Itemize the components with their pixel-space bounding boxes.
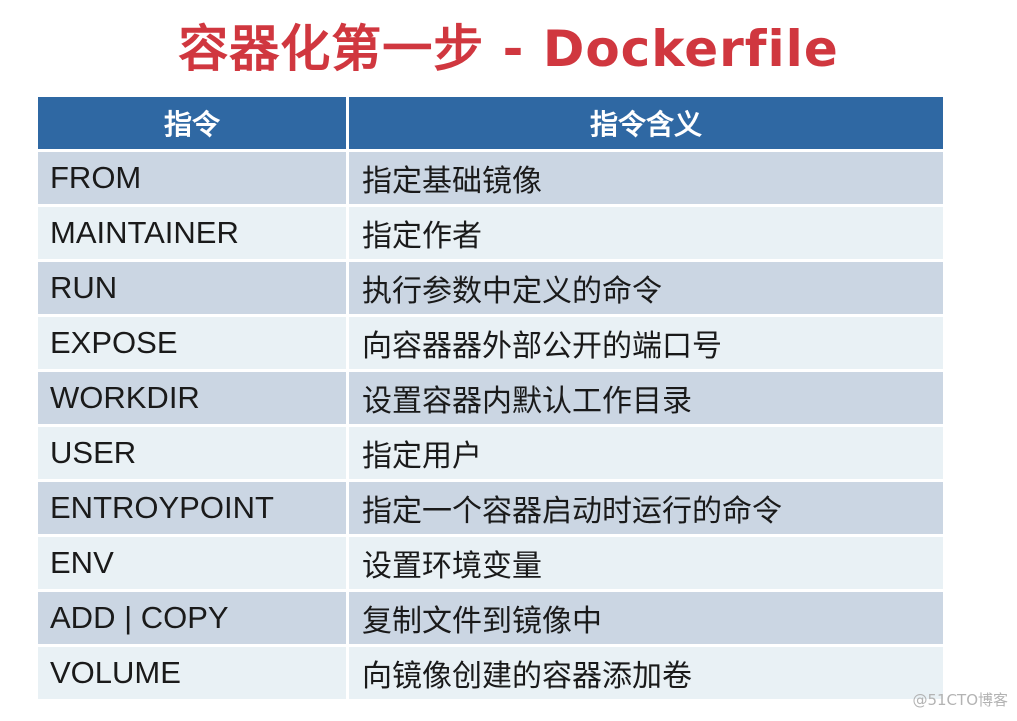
instruction-cell: USER (38, 427, 346, 479)
instruction-cell: ENV (38, 537, 346, 589)
instruction-cell: ENTROYPOINT (38, 482, 346, 534)
meaning-cell: 复制文件到镜像中 (349, 592, 943, 644)
meaning-cell: 指定基础镜像 (349, 152, 943, 204)
header-instruction: 指令 (38, 97, 346, 149)
page-title: 容器化第一步 - Dockerfile (178, 20, 839, 78)
meaning-cell: 指定用户 (349, 427, 943, 479)
meaning-cell: 向容器器外部公开的端口号 (349, 317, 943, 369)
meaning-cell: 设置环境变量 (349, 537, 943, 589)
table-row: ENV 设置环境变量 (38, 537, 943, 589)
meaning-cell: 指定作者 (349, 207, 943, 259)
watermark: @51CTO博客 (912, 691, 1008, 709)
instruction-cell: VOLUME (38, 647, 346, 699)
instruction-cell: MAINTAINER (38, 207, 346, 259)
table-row: ADD | COPY 复制文件到镜像中 (38, 592, 943, 644)
header-meaning: 指令含义 (349, 97, 943, 149)
table-row: RUN 执行参数中定义的命令 (38, 262, 943, 314)
instruction-cell: EXPOSE (38, 317, 346, 369)
table-header: 指令 指令含义 (38, 97, 943, 149)
table-row: EXPOSE 向容器器外部公开的端口号 (38, 317, 943, 369)
dockerfile-instructions-table: 指令 指令含义 FROM 指定基础镜像 MAINTAINER 指定作者 RUN 执行参数中… (38, 97, 943, 702)
meaning-cell: 执行参数中定义的命令 (349, 262, 943, 314)
meaning-cell: 指定一个容器启动时运行的命令 (349, 482, 943, 534)
table-body: FROM 指定基础镜像 MAINTAINER 指定作者 RUN 执行参数中定义的命令 EXP… (38, 152, 943, 699)
instruction-cell: RUN (38, 262, 346, 314)
table-row: VOLUME 向镜像创建的容器添加卷 (38, 647, 943, 699)
meaning-cell: 设置容器内默认工作目录 (349, 372, 943, 424)
table-row: FROM 指定基础镜像 (38, 152, 943, 204)
table-row: WORKDIR 设置容器内默认工作目录 (38, 372, 943, 424)
instruction-cell: FROM (38, 152, 346, 204)
instruction-cell: ADD | COPY (38, 592, 346, 644)
table-row: ENTROYPOINT 指定一个容器启动时运行的命令 (38, 482, 943, 534)
instruction-cell: WORKDIR (38, 372, 346, 424)
table-row: MAINTAINER 指定作者 (38, 207, 943, 259)
table-row: USER 指定用户 (38, 427, 943, 479)
meaning-cell: 向镜像创建的容器添加卷 (349, 647, 943, 699)
